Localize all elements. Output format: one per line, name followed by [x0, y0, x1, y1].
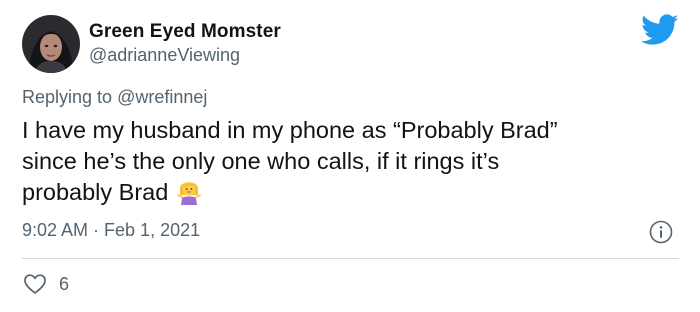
- woman-shrugging-emoji-icon: [176, 177, 202, 205]
- tweet-timestamp[interactable]: 9:02 AM · Feb 1, 2021: [22, 220, 200, 241]
- user-handle[interactable]: @adrianneViewing: [89, 45, 240, 66]
- heart-icon[interactable]: [23, 273, 47, 295]
- tweet-text-line: I have my husband in my phone as “Probab…: [22, 117, 558, 143]
- tweet-text: I have my husband in my phone as “Probab…: [22, 115, 682, 208]
- tweet-text-line: since he’s the only one who calls, if it…: [22, 148, 500, 174]
- info-icon[interactable]: [649, 220, 673, 244]
- tweet-text-line: probably Brad: [22, 177, 682, 208]
- divider: [22, 258, 679, 259]
- twitter-bird-icon[interactable]: [641, 14, 679, 46]
- avatar[interactable]: [22, 15, 80, 73]
- display-name[interactable]: Green Eyed Momster: [89, 21, 281, 43]
- tweet-text-line-content: probably Brad: [22, 179, 169, 205]
- replying-to-label: Replying to: [22, 87, 113, 107]
- reply-mention-link[interactable]: @wrefinnej: [117, 87, 207, 107]
- like-count: 6: [59, 274, 70, 294]
- replying-to: Replying to @wrefinnej: [22, 87, 207, 108]
